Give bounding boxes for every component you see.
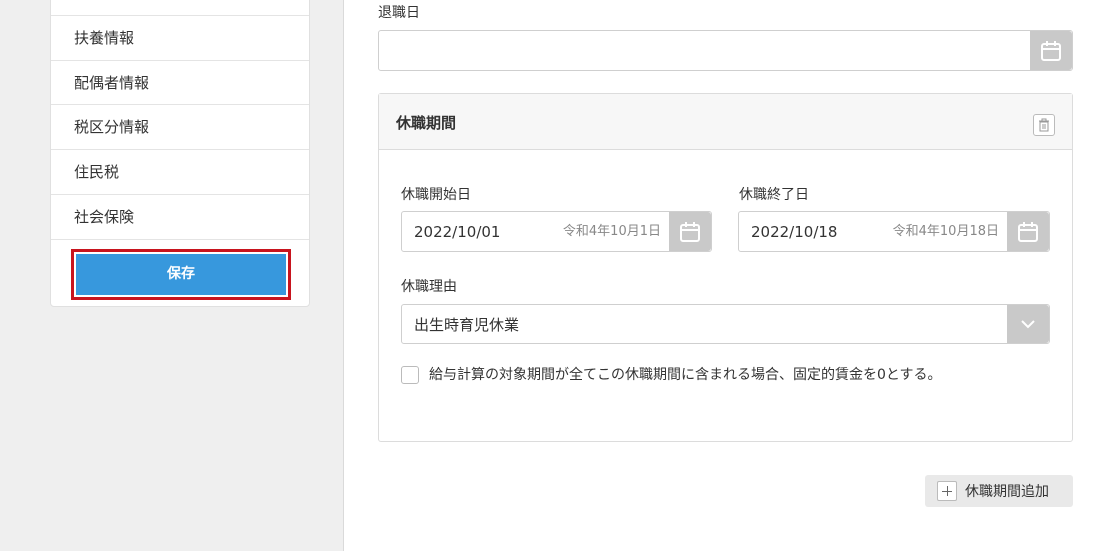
leave-start-value: 2022/10/01: [414, 223, 501, 241]
sidebar-item-spouse[interactable]: 配偶者情報: [51, 60, 309, 105]
plus-icon: [937, 481, 957, 501]
sidebar-item-label: 住民税: [74, 163, 120, 181]
leave-end-wareki: 令和4年10月18日: [892, 224, 999, 239]
leave-reason-label: 休職理由: [401, 279, 457, 295]
fixed-wage-zero-checkbox[interactable]: [401, 366, 419, 384]
sidebar-item-label: 配偶者情報: [74, 74, 150, 92]
calendar-icon: [1041, 40, 1061, 61]
calendar-button[interactable]: [669, 212, 711, 251]
sidebar-item-label: 税区分情報: [74, 118, 150, 136]
leave-period-title: 休職期間: [396, 114, 457, 132]
leave-period-section: 休職期間 休職開始日 2022/10/01 令和4年10月1日 休職終了日 20…: [378, 93, 1073, 442]
leave-reason-value: 出生時育児休業: [414, 316, 520, 334]
calendar-icon: [1018, 221, 1038, 242]
calendar-button[interactable]: [1007, 212, 1049, 251]
trash-icon: [1039, 118, 1049, 132]
sidebar-item-resident-tax[interactable]: 住民税: [51, 149, 309, 194]
add-leave-period-label: 休職期間追加: [965, 484, 1049, 500]
add-leave-period-button[interactable]: 休職期間追加: [925, 475, 1073, 507]
calendar-button[interactable]: [1030, 31, 1072, 70]
retirement-date-field[interactable]: [378, 30, 1073, 71]
sidebar-divider: [51, 239, 309, 240]
sidebar-card: 扶養情報 配偶者情報 税区分情報 住民税 社会保険 保存: [50, 0, 310, 307]
leave-end-date-field[interactable]: 2022/10/18 令和4年10月18日: [738, 211, 1050, 252]
leave-start-label: 休職開始日: [401, 187, 471, 203]
leave-period-header: 休職期間: [379, 94, 1072, 150]
sidebar-item-label: 扶養情報: [74, 29, 135, 47]
sidebar-item-tax-category[interactable]: 税区分情報: [51, 104, 309, 149]
fixed-wage-zero-label[interactable]: 給与計算の対象期間が全てこの休職期間に含まれる場合、固定的賃金を0とする。: [429, 364, 942, 384]
save-button[interactable]: 保存: [76, 254, 286, 295]
delete-button[interactable]: [1033, 114, 1055, 136]
leave-start-wareki: 令和4年10月1日: [562, 224, 661, 239]
retirement-date-label: 退職日: [378, 5, 420, 21]
chevron-down-icon: [1021, 320, 1035, 329]
sidebar-item-social-insurance[interactable]: 社会保険: [51, 194, 309, 239]
sidebar-item-dependents[interactable]: 扶養情報: [51, 15, 309, 60]
leave-reason-select[interactable]: 出生時育児休業: [401, 304, 1050, 344]
calendar-icon: [680, 221, 700, 242]
main-panel: 退職日 休職期間 休職開始日 2022/10/01 令和4年10月1日 休職終了…: [343, 0, 1109, 551]
leave-end-label: 休職終了日: [739, 187, 809, 203]
leave-start-date-field[interactable]: 2022/10/01 令和4年10月1日: [401, 211, 712, 252]
leave-end-value: 2022/10/18: [751, 223, 838, 241]
sidebar-item-label: 社会保険: [74, 208, 135, 226]
dropdown-toggle[interactable]: [1007, 305, 1049, 343]
save-button-highlight: 保存: [71, 249, 291, 300]
